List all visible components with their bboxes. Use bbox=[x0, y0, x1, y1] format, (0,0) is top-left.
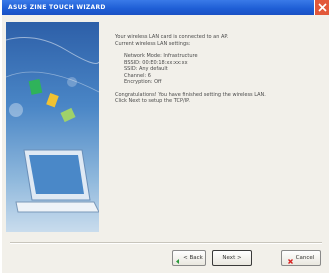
next-button-label: Next > bbox=[222, 255, 242, 261]
button-separator bbox=[10, 242, 322, 244]
wizard-content: Your wireless LAN card is connected to a… bbox=[115, 34, 323, 105]
back-button-label: < Back bbox=[183, 255, 203, 261]
title-bar[interactable]: ASUS ZINE TOUCH WIZARD bbox=[2, 0, 329, 15]
cancel-button[interactable]: Cancel bbox=[281, 250, 321, 266]
close-button[interactable] bbox=[314, 0, 329, 15]
closing-line: Click Next to setup the TCP/IP. bbox=[115, 98, 190, 104]
wizard-window: ASUS ZINE TOUCH WIZARD Your wireless LAN… bbox=[2, 0, 329, 273]
wizard-banner-image bbox=[6, 22, 99, 232]
sticky-note-icon bbox=[46, 92, 59, 108]
next-button[interactable]: Next > bbox=[212, 250, 252, 266]
close-icon bbox=[318, 3, 327, 12]
card-icon bbox=[60, 107, 76, 123]
window-title: ASUS ZINE TOUCH WIZARD bbox=[8, 4, 106, 11]
leaf-icon bbox=[28, 78, 43, 95]
back-arrow-icon bbox=[175, 256, 180, 264]
cancel-button-label: Cancel bbox=[295, 255, 315, 261]
back-button[interactable]: < Back bbox=[172, 250, 206, 266]
laptop-icon bbox=[15, 149, 99, 213]
cancel-x-icon bbox=[287, 256, 293, 264]
